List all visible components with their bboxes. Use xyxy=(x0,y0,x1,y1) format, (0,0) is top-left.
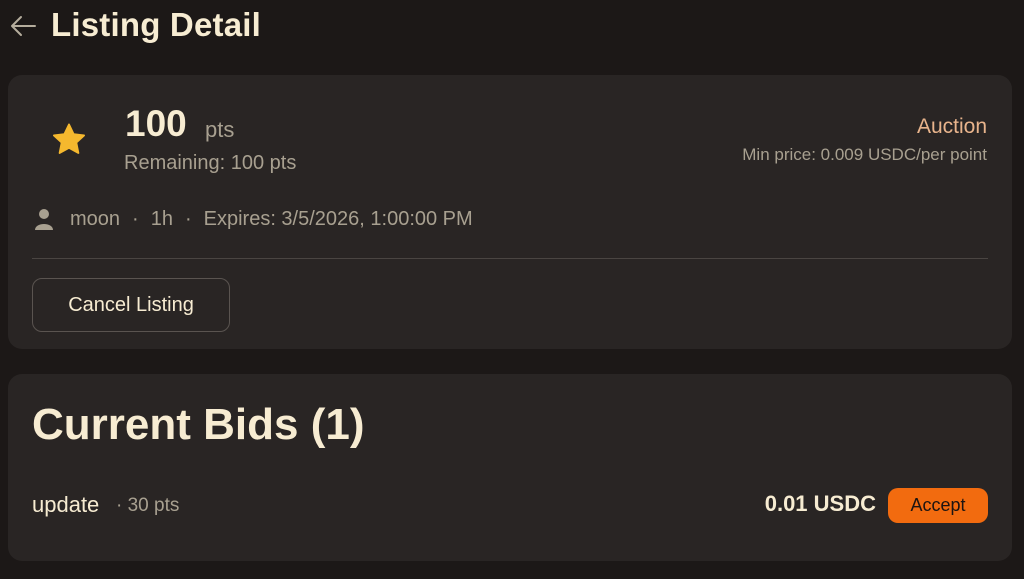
points-value: 100 xyxy=(125,103,187,144)
page-title: Listing Detail xyxy=(51,6,261,43)
listing-type-label: Auction xyxy=(916,115,987,138)
cancel-listing-button[interactable]: Cancel Listing xyxy=(32,278,230,332)
remaining-points: Remaining: 100 pts xyxy=(124,152,297,174)
divider xyxy=(32,258,988,259)
bid-row: update · 30 pts 0.01 USDC Accept xyxy=(32,486,988,524)
seller-username: moon xyxy=(70,207,121,230)
bid-name: update xyxy=(32,492,100,517)
separator-dot: · xyxy=(132,207,139,230)
star-icon xyxy=(50,121,88,159)
bid-amount: 0.01 USDC xyxy=(764,491,876,516)
user-icon xyxy=(35,209,53,230)
page-header: Listing Detail xyxy=(0,0,1024,56)
min-price: Min price: 0.009 USDC/per point xyxy=(742,145,987,164)
listing-card: 100 pts Remaining: 100 pts Auction Min p… xyxy=(8,75,1012,349)
listing-age: 1h xyxy=(150,207,173,230)
points-unit: pts xyxy=(205,117,235,142)
bids-card: Current Bids (1) update · 30 pts 0.01 US… xyxy=(8,374,1012,561)
listing-meta: moon · 1h · Expires: 3/5/2026, 1:00:00 P… xyxy=(34,206,473,232)
bid-points: · 30 pts xyxy=(116,495,180,516)
separator-dot: · xyxy=(184,207,192,230)
arrow-left-icon xyxy=(11,16,36,36)
accept-bid-button[interactable]: Accept xyxy=(888,488,988,523)
expires-text: Expires: 3/5/2026, 1:00:00 PM xyxy=(203,207,473,230)
bids-title: Current Bids (1) xyxy=(32,400,365,449)
back-button[interactable] xyxy=(8,12,38,40)
